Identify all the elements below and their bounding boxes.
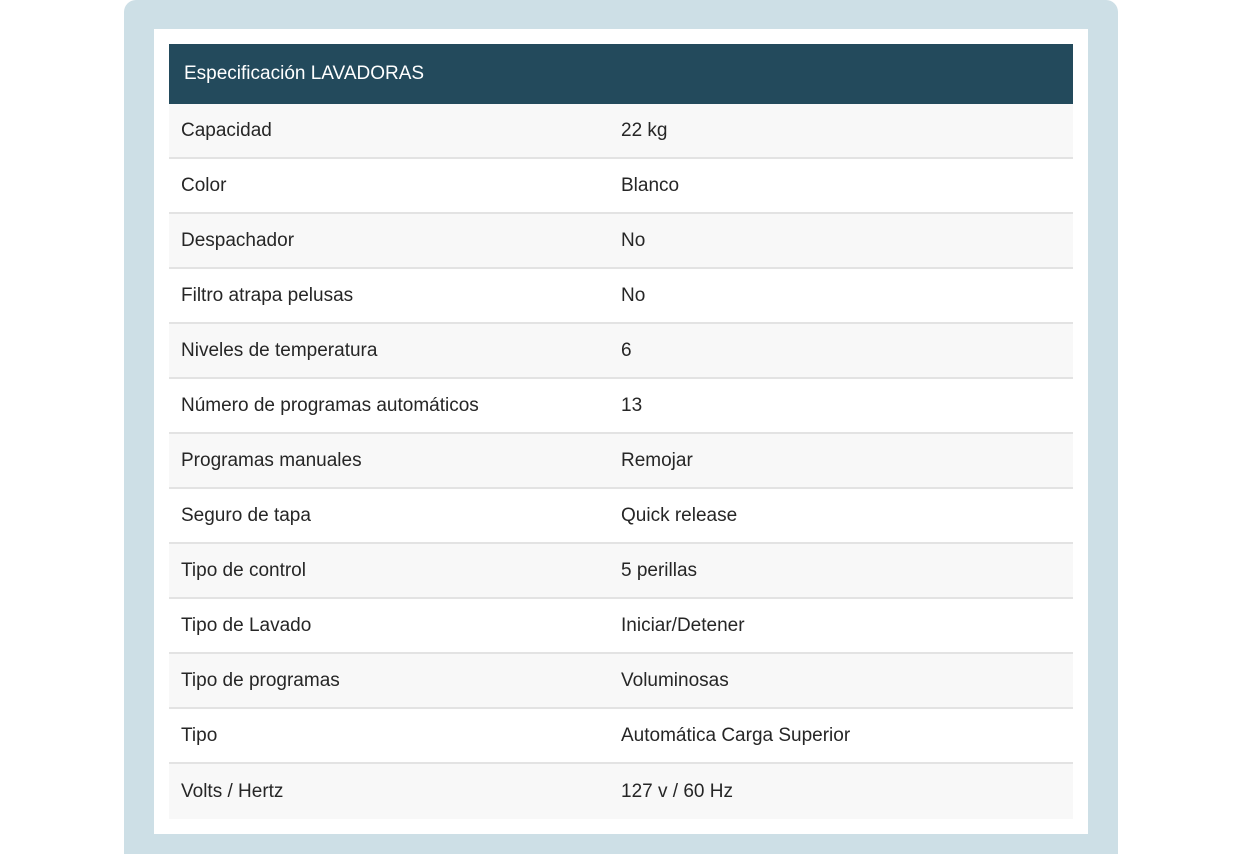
table-row: Volts / Hertz 127 v / 60 Hz [169,764,1073,819]
spec-value: No [621,284,646,306]
spec-label: Número de programas automáticos [181,394,479,416]
table-row: Programas manuales Remojar [169,434,1073,489]
spec-value: Iniciar/Detener [621,614,745,636]
spec-label: Seguro de tapa [181,504,311,526]
spec-value: Remojar [621,449,693,471]
table-row: Número de programas automáticos 13 [169,379,1073,434]
table-row: Tipo de Lavado Iniciar/Detener [169,599,1073,654]
table-row: Seguro de tapa Quick release [169,489,1073,544]
spec-panel-frame: Especificación LAVADORAS Capacidad 22 kg C… [124,0,1118,854]
spec-label: Tipo de programas [181,669,340,691]
spec-label: Capacidad [181,119,272,141]
table-row: Tipo Automática Carga Superior [169,709,1073,764]
table-row: Filtro atrapa pelusas No [169,269,1073,324]
table-row: Despachador No [169,214,1073,269]
table-row: Tipo de programas Voluminosas [169,654,1073,709]
spec-value: No [621,229,646,251]
spec-value: 127 v / 60 Hz [621,780,733,802]
spec-value: 6 [621,339,632,361]
spec-table-header: Especificación LAVADORAS [169,44,1073,104]
spec-value: Voluminosas [621,669,729,691]
spec-value: Automática Carga Superior [621,724,851,746]
table-row: Tipo de control 5 perillas [169,544,1073,599]
table-row: Capacidad 22 kg [169,104,1073,159]
spec-value: Quick release [621,504,738,526]
table-row: Niveles de temperatura 6 [169,324,1073,379]
spec-label: Tipo [181,724,218,746]
spec-value: 22 kg [621,119,668,141]
spec-label: Despachador [181,229,295,251]
spec-table-body: Capacidad 22 kg Color Blanco Despachador No Fi… [169,104,1073,819]
spec-value: Blanco [621,174,680,196]
spec-label: Tipo de Lavado [181,614,312,636]
spec-table: Especificación LAVADORAS Capacidad 22 kg C… [169,44,1073,819]
spec-value: 13 [621,394,643,416]
spec-label: Color [181,174,227,196]
spec-card: Especificación LAVADORAS Capacidad 22 kg C… [154,29,1088,834]
spec-label: Tipo de control [181,559,306,581]
spec-label: Volts / Hertz [181,780,284,802]
spec-label: Niveles de temperatura [181,339,378,361]
spec-label: Filtro atrapa pelusas [181,284,354,306]
table-row: Color Blanco [169,159,1073,214]
spec-value: 5 perillas [621,559,698,581]
spec-label: Programas manuales [181,449,362,471]
